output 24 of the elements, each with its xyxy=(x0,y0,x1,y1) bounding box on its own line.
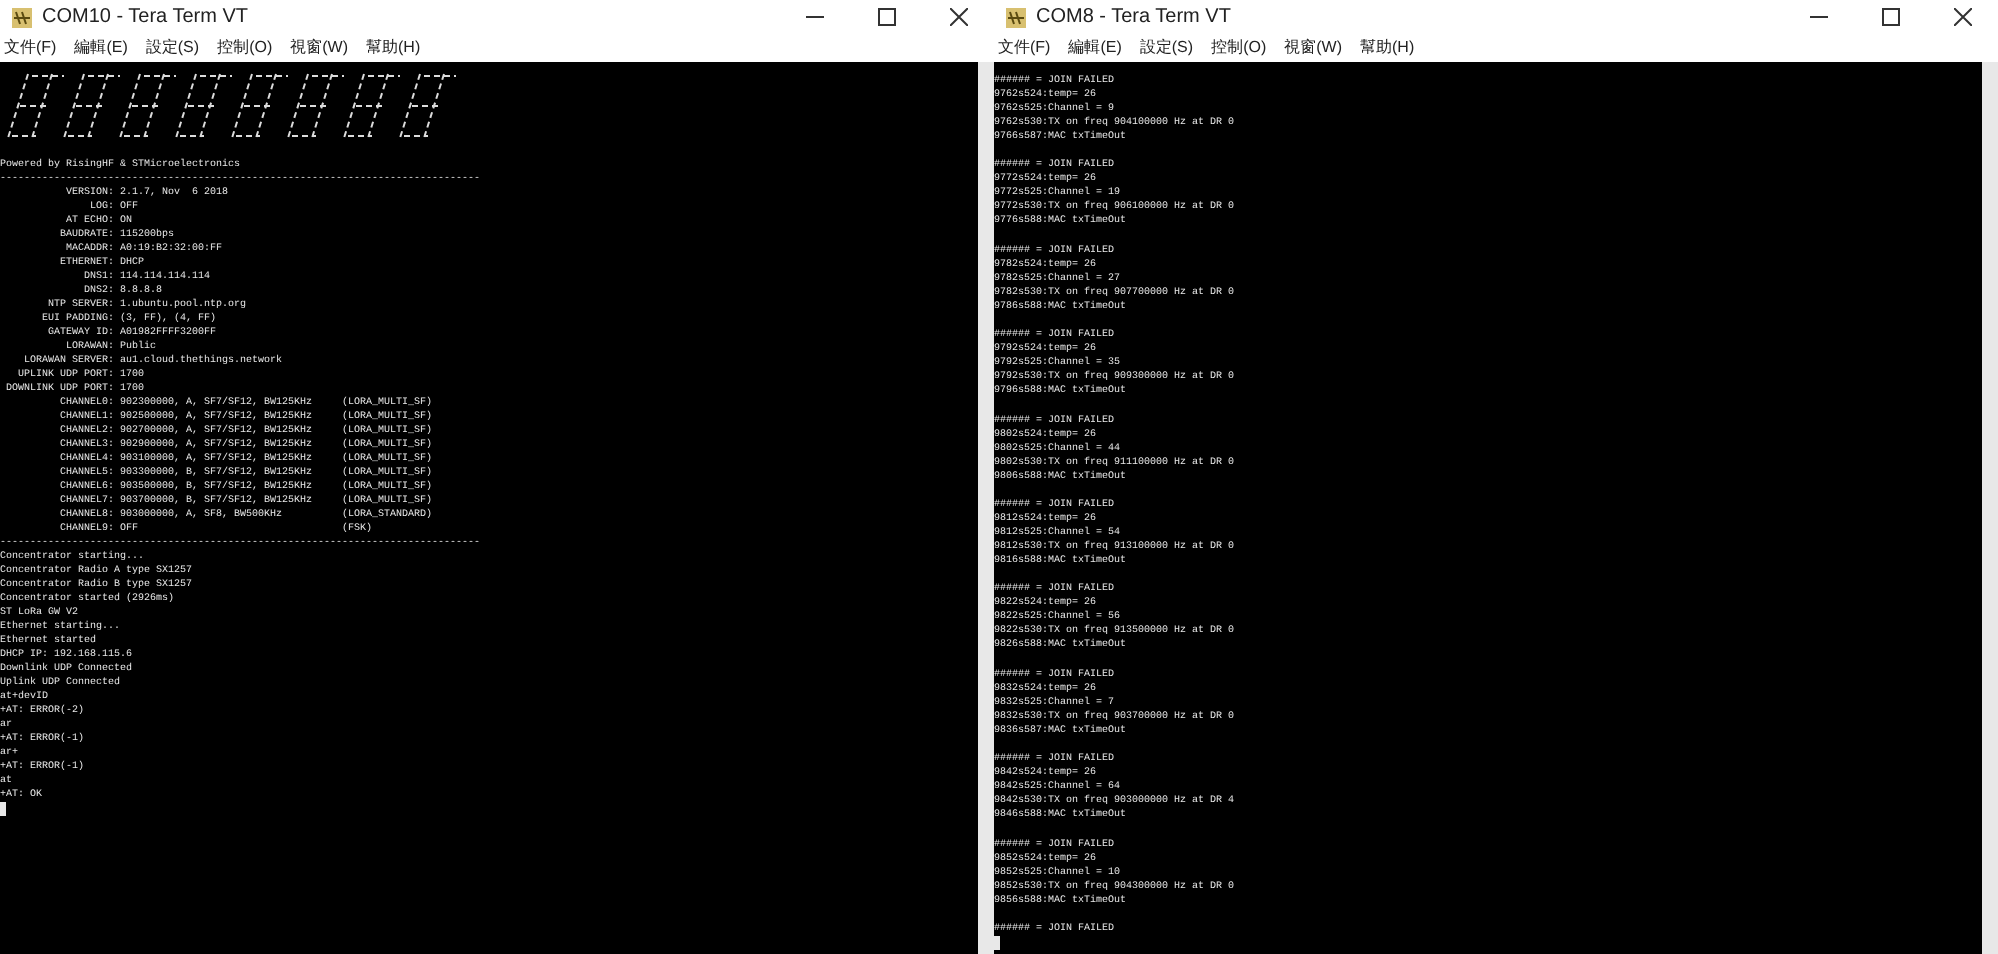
menu-item[interactable]: 視窗(W) xyxy=(1284,35,1343,59)
text-cursor xyxy=(994,935,1000,950)
maximize-icon xyxy=(877,8,895,26)
menu-item[interactable]: 編輯(E) xyxy=(74,35,128,59)
window-title: COM10 - Tera Term VT xyxy=(42,4,250,32)
text-cursor xyxy=(0,802,6,816)
scrollbar[interactable] xyxy=(1982,62,1998,954)
menu-item[interactable]: 幫助(H) xyxy=(366,35,421,59)
close-icon xyxy=(949,8,967,26)
menu-item[interactable]: 視窗(W) xyxy=(290,35,349,59)
menu-item[interactable]: 設定(S) xyxy=(1139,35,1194,59)
menu-item[interactable]: 編輯(E) xyxy=(1068,35,1122,59)
menu-item[interactable]: 控制(O) xyxy=(217,35,273,59)
app-icon xyxy=(1006,7,1026,27)
menu-item[interactable]: 文件(F) xyxy=(998,35,1051,59)
menu-item[interactable]: 設定(S) xyxy=(145,35,200,59)
close-icon xyxy=(1953,8,1971,26)
menu-item[interactable]: 控制(O) xyxy=(1211,35,1267,59)
maximize-icon xyxy=(1881,8,1899,26)
menu-item[interactable]: 文件(F) xyxy=(4,35,57,59)
app-icon xyxy=(12,7,32,27)
menu-item[interactable]: 幫助(H) xyxy=(1360,35,1415,59)
scrollbar[interactable] xyxy=(978,62,994,954)
window-title: COM8 - Tera Term VT xyxy=(1036,4,1233,32)
